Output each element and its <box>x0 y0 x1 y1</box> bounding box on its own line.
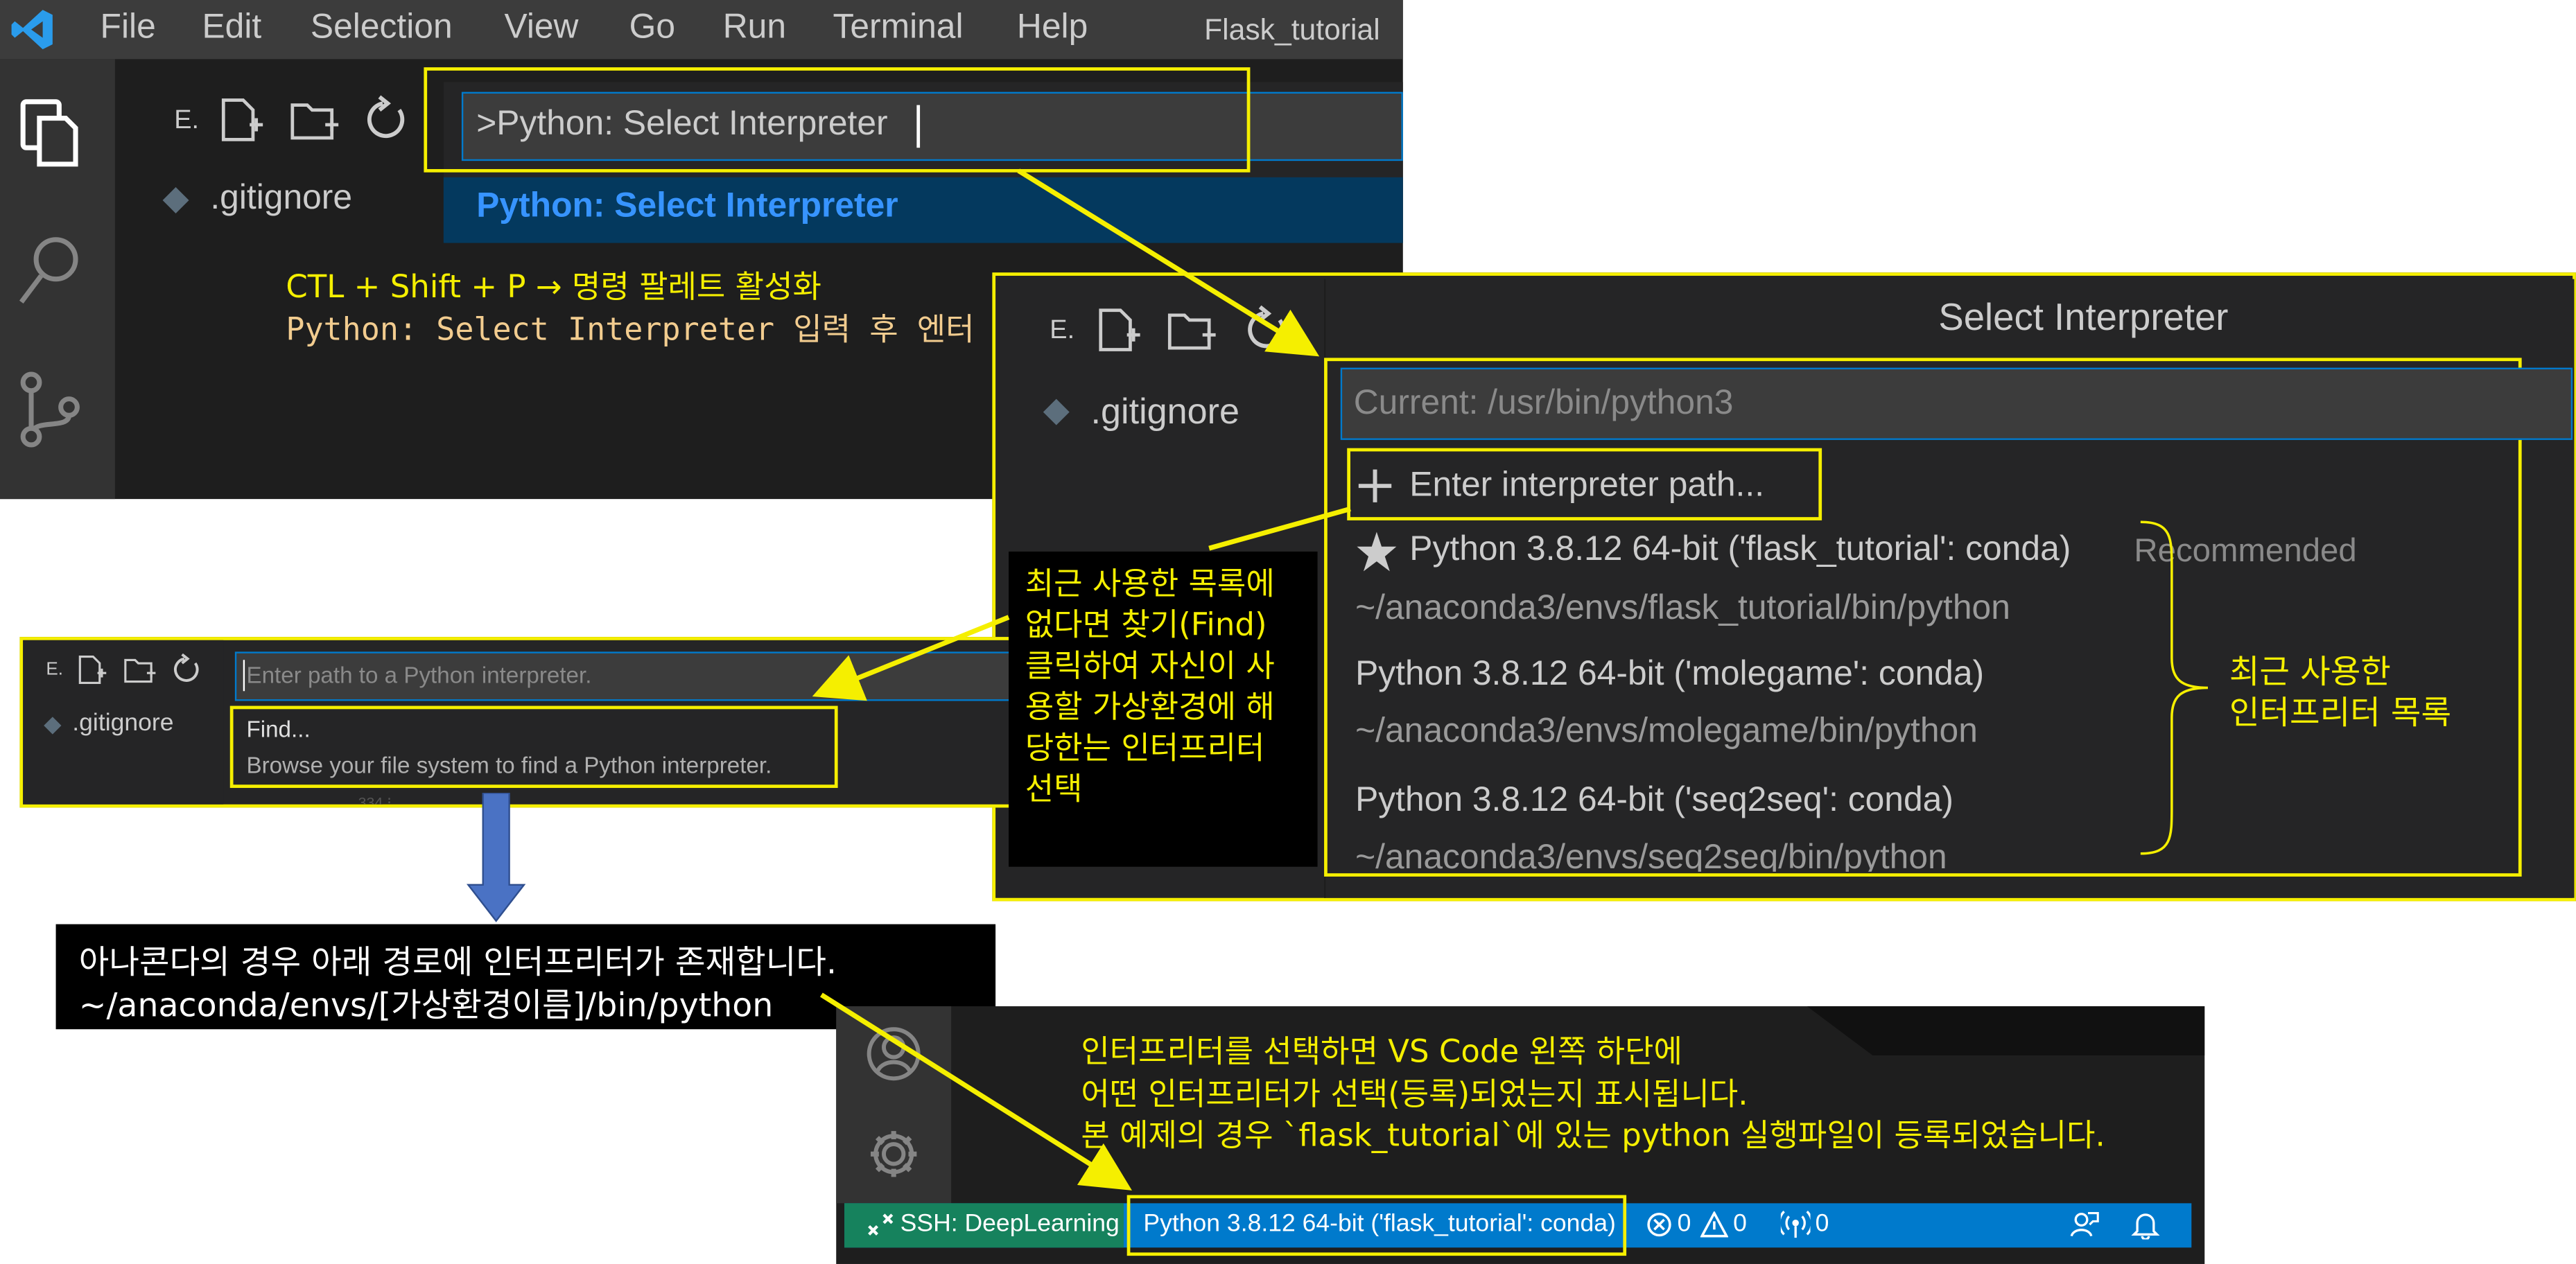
line-enterpath-to-note <box>1208 506 1351 551</box>
arrow-path-to-statusbar <box>820 992 1132 1191</box>
annotation-connectors <box>812 168 1351 1191</box>
arrow-palette-to-picker <box>1017 168 1320 357</box>
arrow-note-to-find <box>812 615 1010 701</box>
